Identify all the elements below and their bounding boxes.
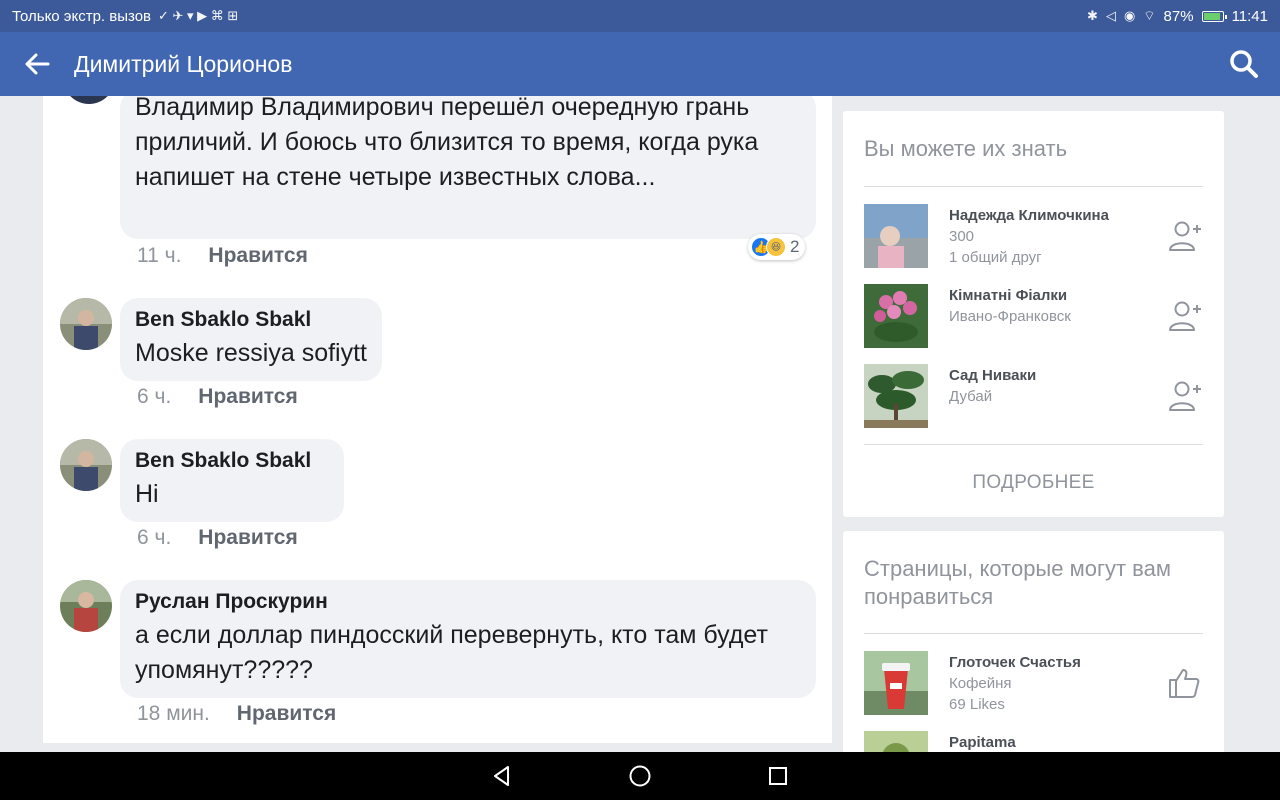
add-friend-icon[interactable] bbox=[1167, 379, 1203, 413]
reactions-badge[interactable]: 👍 😆 2 bbox=[748, 234, 806, 260]
add-friend-icon[interactable] bbox=[1167, 219, 1203, 253]
reaction-count: 2 bbox=[790, 237, 800, 256]
page-thumbnail bbox=[864, 651, 928, 715]
suggestion-item[interactable]: Сад Ниваки Дубай bbox=[864, 364, 1203, 428]
comments-panel: Владимир Владимирович перешёл очередную … bbox=[43, 96, 832, 743]
divider bbox=[864, 186, 1203, 187]
comment-time[interactable]: 6 ч. bbox=[137, 526, 171, 550]
page-name[interactable]: Papitama bbox=[949, 734, 1016, 751]
comment-text: а если доллар пиндосский перевернуть, кт… bbox=[135, 621, 768, 684]
thumbs-up-icon[interactable] bbox=[1167, 666, 1203, 700]
square-recents-icon[interactable] bbox=[766, 764, 790, 788]
suggestion-detail: Дубай bbox=[949, 388, 993, 405]
avatar-photo bbox=[60, 298, 112, 350]
suggestion-name[interactable]: Сад Ниваки bbox=[949, 367, 1036, 384]
mute-icon: ◁ bbox=[1105, 8, 1116, 23]
comment-bubble[interactable]: Руслан Проскурин а если доллар пиндосски… bbox=[120, 580, 816, 698]
suggestion-detail: 300 bbox=[949, 228, 975, 245]
suggestion-name[interactable]: Кімнатні Фіалки bbox=[949, 287, 1067, 304]
card-title: Страницы, которые могут вам понравиться bbox=[864, 556, 1171, 609]
people-you-may-know-card: Вы можете их знать Надежда Климочкина 30… bbox=[843, 111, 1224, 517]
profile-thumbnail bbox=[864, 364, 928, 428]
circle-home-icon[interactable] bbox=[628, 764, 652, 788]
card-title: Вы можете их знать bbox=[864, 136, 1068, 161]
like-button[interactable]: Нравится bbox=[198, 385, 297, 409]
comment-time[interactable]: 6 ч. bbox=[137, 385, 171, 409]
triangle-back-icon[interactable] bbox=[490, 764, 514, 788]
comment-author[interactable]: Ben Sbaklo Sbakl bbox=[135, 449, 329, 473]
comment-meta: 18 мин. Нравится bbox=[137, 702, 336, 726]
wifi-icon: ⌔ bbox=[1143, 8, 1156, 23]
page-title: Димитрий Цорионов bbox=[74, 50, 293, 77]
page-suggestion-item[interactable]: Глоточек Счастья Кофейня 69 Likes bbox=[864, 651, 1203, 715]
status-bar: Только экстр. вызов ✓ ✈ ▾ ▶ ⌘ ⊞ ✱ ◁ ◉ ⌔ … bbox=[0, 0, 1280, 32]
eye-icon: ◉ bbox=[1123, 8, 1136, 23]
more-button[interactable]: ПОДРОБНЕЕ bbox=[843, 472, 1224, 494]
page-likes: 69 Likes bbox=[949, 696, 1005, 713]
profile-thumbnail bbox=[864, 284, 928, 348]
profile-thumbnail bbox=[864, 204, 928, 268]
avatar[interactable] bbox=[60, 439, 112, 491]
avatar[interactable] bbox=[60, 580, 112, 632]
comment-author[interactable]: Ben Sbaklo Sbakl bbox=[135, 308, 367, 332]
app-bar: Димитрий Цорионов bbox=[0, 32, 1280, 96]
back-button[interactable] bbox=[0, 32, 74, 96]
suggested-pages-card: Страницы, которые могут вам понравиться … bbox=[843, 531, 1224, 771]
avatar-photo bbox=[60, 580, 112, 632]
battery-percent: 87% bbox=[1163, 7, 1194, 25]
comment-meta: 6 ч. Нравится bbox=[137, 526, 298, 550]
comment-meta: 6 ч. Нравится bbox=[137, 385, 298, 409]
clock: 11:41 bbox=[1231, 7, 1268, 25]
suggestion-item[interactable]: Надежда Климочкина 300 1 общий друг bbox=[864, 204, 1203, 268]
suggestion-item[interactable]: Кімнатні Фіалки Ивано-Франковск bbox=[864, 284, 1203, 348]
avatar[interactable] bbox=[63, 96, 115, 104]
comment-time[interactable]: 11 ч. bbox=[137, 244, 181, 268]
suggestion-name[interactable]: Надежда Климочкина bbox=[949, 207, 1109, 224]
divider bbox=[864, 633, 1203, 634]
page-category: Кофейня bbox=[949, 675, 1012, 692]
bluetooth-icon: ✱ bbox=[1087, 8, 1098, 23]
comment-bubble[interactable]: Владимир Владимирович перешёл очередную … bbox=[120, 96, 816, 239]
search-icon bbox=[1230, 50, 1258, 78]
like-button[interactable]: Нравится bbox=[237, 702, 336, 726]
system-navigation-bar bbox=[0, 752, 1280, 800]
comment-text: Владимир Владимирович перешёл очередную … bbox=[135, 96, 759, 191]
battery-icon bbox=[1201, 10, 1227, 22]
comment-text: Moske ressiya sofiytt bbox=[135, 339, 368, 367]
divider bbox=[864, 444, 1203, 445]
comment-author[interactable]: Руслан Проскурин bbox=[135, 590, 801, 614]
search-button[interactable] bbox=[1228, 48, 1260, 80]
comment-bubble[interactable]: Ben Sbaklo Sbakl Hi bbox=[120, 439, 344, 522]
haha-reaction-icon: 😆 bbox=[766, 237, 786, 257]
add-friend-icon[interactable] bbox=[1167, 299, 1203, 333]
page-name[interactable]: Глоточек Счастья bbox=[949, 654, 1081, 671]
arrow-left-icon bbox=[25, 53, 50, 75]
notification-icons: ✓ ✈ ▾ ▶ ⌘ ⊞ bbox=[158, 8, 239, 23]
comment-text: Hi bbox=[135, 480, 159, 508]
comment-time[interactable]: 18 мин. bbox=[137, 702, 210, 726]
suggestion-mutual: 1 общий друг bbox=[949, 249, 1042, 266]
comment-meta: 11 ч. Нравится bbox=[137, 244, 308, 268]
avatar[interactable] bbox=[60, 298, 112, 350]
like-button[interactable]: Нравится bbox=[208, 244, 307, 268]
like-button[interactable]: Нравится bbox=[198, 526, 297, 550]
carrier-text: Только экстр. вызов bbox=[12, 7, 152, 25]
comment-bubble[interactable]: Ben Sbaklo Sbakl Moske ressiya sofiytt bbox=[120, 298, 383, 381]
avatar-photo bbox=[60, 439, 112, 491]
suggestion-detail: Ивано-Франковск bbox=[949, 308, 1071, 325]
